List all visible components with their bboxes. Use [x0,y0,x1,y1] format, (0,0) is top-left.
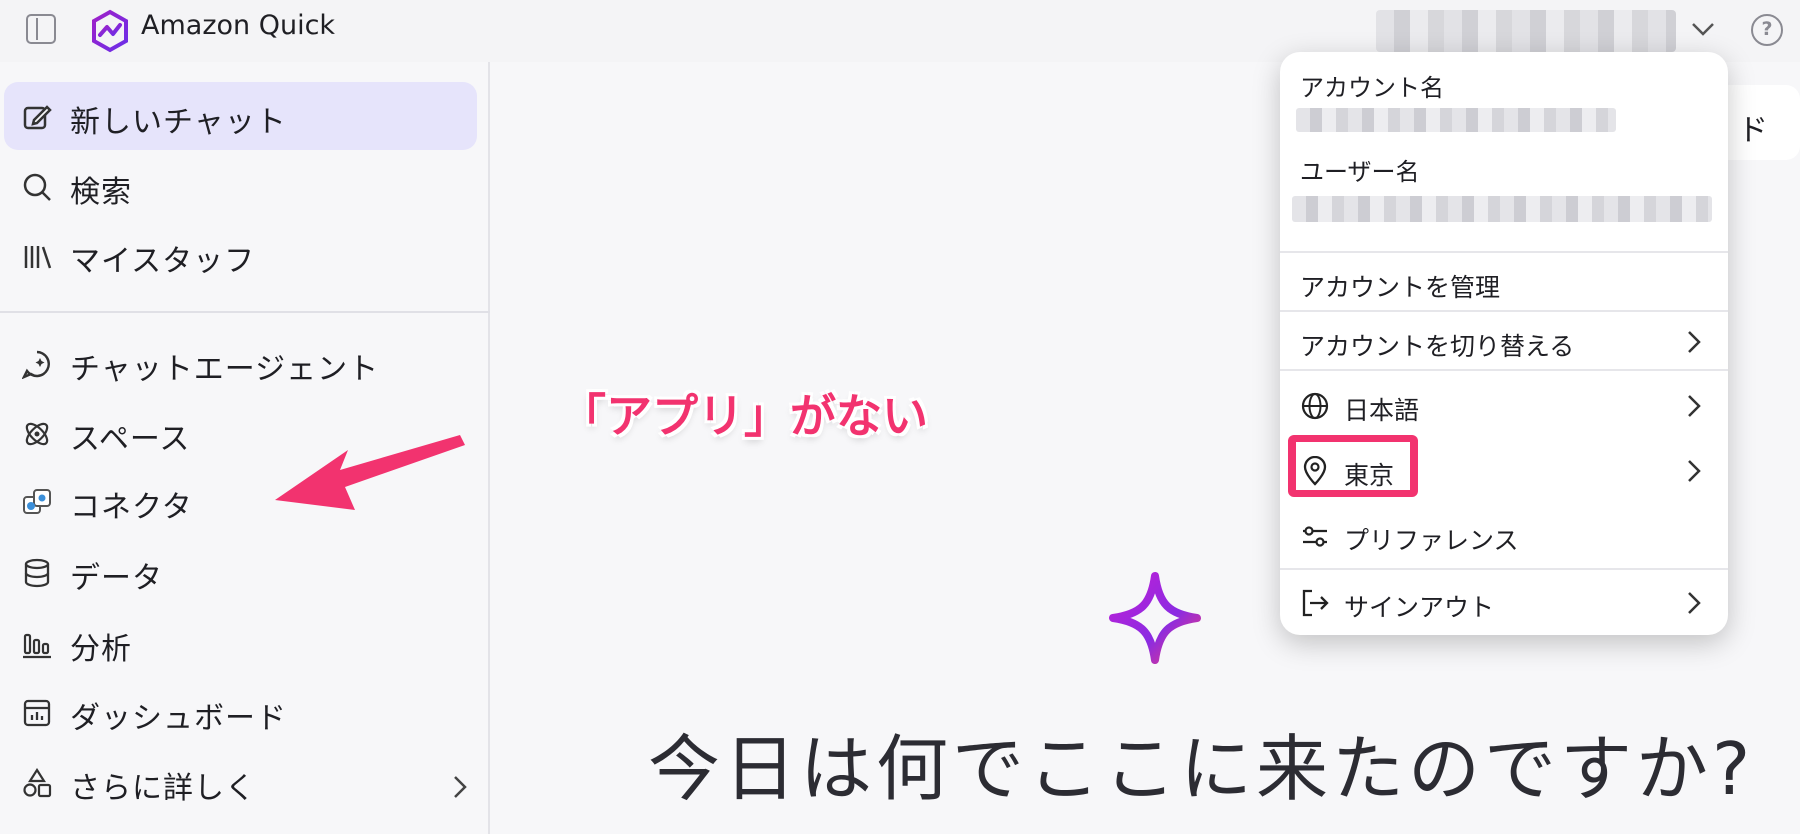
account-name-value [1296,108,1616,132]
database-icon [24,558,50,588]
sidebar-item-search[interactable]: 検索 [4,152,477,220]
sidebar-divider [0,311,490,313]
account-selector[interactable] [1376,10,1676,52]
menu-item-label: プリファレンス [1344,526,1519,555]
chart-icon [23,633,51,659]
sidebar-item-label: マイスタッフ [70,244,256,279]
menu-item-language[interactable]: 日本語 [1280,377,1728,433]
menu-item-manage-account[interactable]: アカウントを管理 [1280,254,1728,310]
help-icon[interactable]: ? [1751,14,1783,46]
dashboard-icon [23,699,51,727]
menu-item-label: サインアウト [1344,593,1495,622]
connector-icon [23,489,51,514]
sidebar-item-my-stuff[interactable]: マイスタッフ [4,221,477,289]
sidebar-item-label: 検索 [70,175,132,210]
sidebar-item-label: スペース [70,422,191,457]
sidebar-item-label: 新しいチャット [70,105,287,140]
chevron-right-icon [1688,395,1701,417]
menu-divider [1280,251,1728,253]
user-name-label: ユーザー名 [1300,158,1420,186]
sidebar-item-label: 分析 [70,632,132,667]
chevron-right-icon [1688,592,1701,614]
greeting-heading: 今日は何でここに来たのですか? [648,727,1755,811]
edit-icon [23,105,52,130]
sidebar-item-label: チャットエージェント [70,352,380,387]
sign-out-icon [1302,589,1329,617]
sidebar-item-new-chat[interactable]: 新しいチャット [4,82,477,150]
menu-item-region[interactable]: 東京 [1280,435,1728,498]
chevron-right-icon [1688,460,1701,482]
sidebar-item-chat-agent[interactable]: チャットエージェント [4,329,477,397]
menu-item-label: 東京 [1344,461,1395,490]
sidebar-toggle-icon[interactable] [26,14,56,44]
annotation-text: 「アプリ」がない [560,389,928,443]
sidebar-item-label: さらに詳しく [70,771,256,806]
sidebar-item-analysis[interactable]: 分析 [4,609,477,677]
chevron-right-icon [454,776,467,798]
location-pin-icon [1303,456,1327,486]
menu-divider [1280,310,1728,312]
chat-agent-icon [22,350,50,379]
menu-item-label: 日本語 [1344,396,1420,425]
account-menu: アカウント名 ユーザー名 アカウントを管理 アカウントを切り替える 日本語 東京… [1280,52,1728,635]
app-title: Amazon Quick [141,10,336,41]
spaces-icon [25,422,49,446]
sidebar-item-label: コネクタ [70,490,193,525]
sidebar-item-data[interactable]: データ [4,538,477,606]
menu-item-sign-out[interactable]: サインアウト [1280,574,1728,630]
menu-item-switch-account[interactable]: アカウントを切り替える [1280,313,1728,369]
sidebar-item-label: ダッシュボード [70,701,287,736]
menu-item-label: アカウントを管理 [1300,273,1501,302]
shapes-icon [23,768,52,798]
amazon-quick-logo-icon [92,9,128,53]
menu-divider [1280,568,1728,570]
library-icon [24,246,52,269]
sidebar-item-more[interactable]: さらに詳しく [4,748,477,816]
chevron-down-icon[interactable] [1690,14,1716,42]
menu-item-label: アカウントを切り替える [1300,332,1575,361]
search-icon [23,173,51,201]
account-name-label: アカウント名 [1300,74,1444,102]
sliders-icon [1303,526,1327,547]
chevron-right-icon [1688,331,1701,353]
sidebar-item-label: データ [70,561,163,596]
partial-action-button-label: ド [1738,113,1768,148]
menu-divider [1280,369,1728,371]
menu-item-preferences[interactable]: プリファレンス [1280,507,1728,563]
sidebar-item-dashboard[interactable]: ダッシュボード [4,678,477,746]
user-name-value [1292,196,1712,222]
annotation-arrow-icon [275,435,465,510]
globe-icon [1301,392,1329,420]
sparkle-icon [1109,572,1201,664]
